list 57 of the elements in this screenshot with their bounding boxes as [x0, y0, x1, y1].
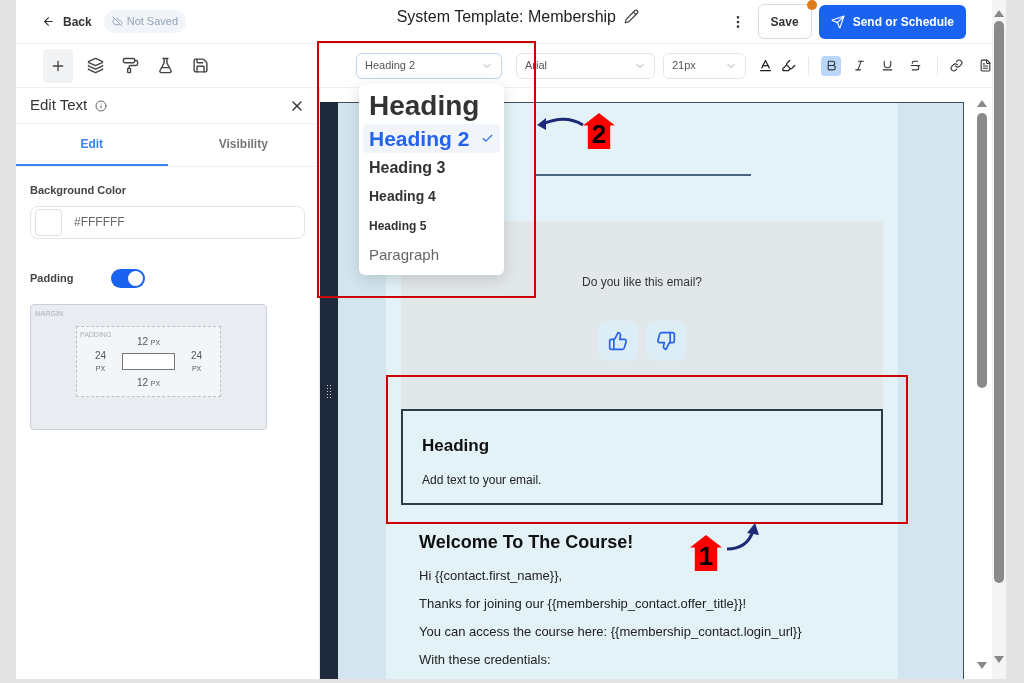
color-field[interactable]: #FFFFFF	[30, 205, 305, 239]
color-swatch[interactable]	[35, 208, 62, 236]
padding-toggle[interactable]	[111, 268, 146, 288]
pencil-icon[interactable]	[624, 9, 639, 24]
send-or-schedule-button[interactable]: Send or Schedule	[818, 4, 966, 39]
block-text: Add text to your email.	[422, 471, 543, 489]
selected-text-block[interactable]: Heading Add text to your email.	[401, 409, 883, 505]
document-icon[interactable]	[979, 59, 992, 72]
thumbs-up-button[interactable]	[598, 321, 638, 361]
field-label: Padding	[30, 270, 74, 286]
email-heading: Welcome To The Course!	[419, 531, 634, 554]
canvas-scrollbar-thumb[interactable]	[977, 113, 987, 388]
thumbs-up-icon	[608, 331, 628, 351]
layers-icon[interactable]	[87, 57, 104, 74]
link-icon[interactable]	[950, 59, 963, 72]
panel-tab[interactable]: Edit	[16, 124, 168, 166]
style-option[interactable]: Heading 3	[363, 153, 500, 182]
text-color-icon[interactable]	[758, 58, 773, 73]
style-option[interactable]: Paragraph	[363, 240, 500, 271]
style-option[interactable]: Heading	[363, 88, 500, 124]
email-paragraph: With these credentials:	[419, 651, 552, 668]
check-icon	[481, 132, 494, 145]
template-title: System Template: Membership	[396, 6, 616, 27]
window-scrollbar-thumb[interactable]	[994, 21, 1004, 583]
save-status-pill: Not Saved	[103, 10, 187, 33]
style-option[interactable]: Heading 2	[363, 124, 500, 153]
save-icon[interactable]	[192, 57, 209, 74]
italic-icon	[852, 59, 866, 72]
style-option[interactable]: Heading 4	[363, 182, 500, 211]
cloud-off-icon	[111, 16, 123, 27]
back-button[interactable]: Back	[42, 12, 92, 31]
style-option[interactable]: Heading 5	[363, 211, 500, 240]
email-paragraph: Thanks for joining our {{membership_contact.offer_title}}!	[419, 595, 748, 612]
curved-arrow	[726, 523, 759, 551]
thumbs-down-icon	[656, 331, 676, 351]
add-button[interactable]	[43, 48, 73, 83]
panel-title: Edit Text	[30, 95, 88, 116]
underline-icon	[880, 59, 894, 72]
back-arrow-icon	[42, 15, 55, 28]
email-paragraph: You can access the course here: {{membership_contact.login_url}}	[419, 623, 803, 640]
info-icon[interactable]	[95, 99, 108, 112]
paint-roller-icon[interactable]	[122, 57, 139, 74]
feedback-question: Do you like this email?	[581, 274, 703, 291]
strike-icon	[908, 59, 922, 72]
bold-button[interactable]	[821, 55, 841, 76]
send-icon	[830, 14, 845, 29]
highlighter-icon[interactable]	[781, 58, 796, 73]
content-box	[122, 353, 175, 370]
field-label: Background Color	[30, 183, 127, 198]
email-paragraph: Hi {{contact.first_name}},	[419, 567, 564, 584]
curved-arrow	[537, 117, 584, 130]
panel-tab[interactable]: Visibility	[167, 124, 319, 166]
flask-icon[interactable]	[157, 57, 174, 74]
block-style-dropdown[interactable]: Heading 2	[356, 52, 502, 79]
block-heading: Heading	[422, 435, 491, 457]
thumbs-down-button[interactable]	[646, 321, 686, 361]
font-size-dropdown[interactable]: 21px	[663, 52, 746, 79]
